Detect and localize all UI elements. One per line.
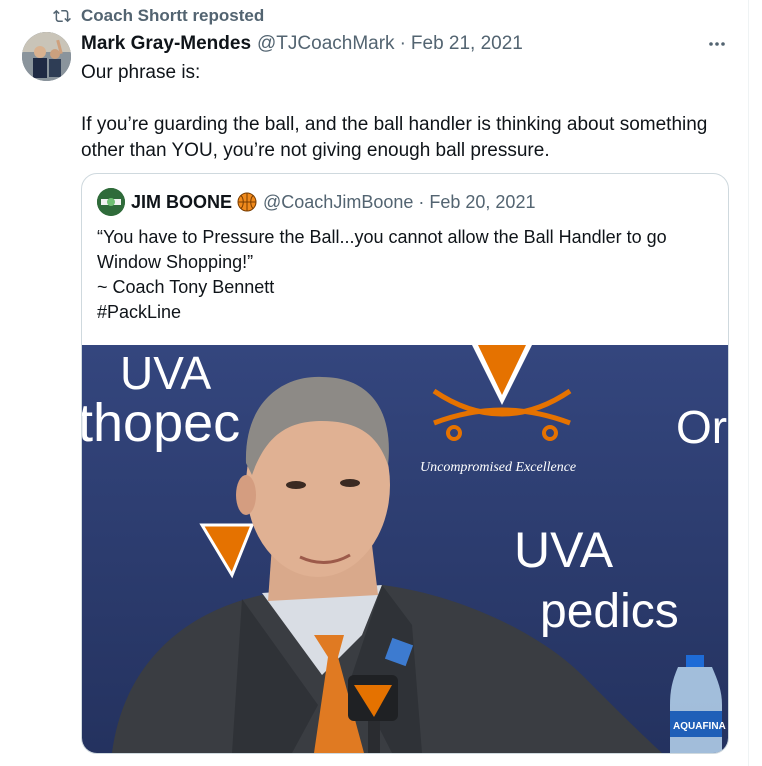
avatar[interactable] — [22, 32, 71, 81]
quoted-post-date[interactable]: Feb 20, 2021 — [429, 192, 535, 213]
timeline-border — [748, 0, 749, 766]
quoted-line: ~ Coach Tony Bennett — [97, 277, 275, 297]
repost-icon — [53, 9, 71, 23]
quoted-post-text: “You have to Pressure the Ball...you can… — [97, 225, 717, 325]
repost-indicator[interactable]: Coach Shortt reposted — [53, 5, 264, 27]
more-icon[interactable] — [703, 34, 731, 54]
post-date[interactable]: Feb 21, 2021 — [411, 33, 523, 55]
author-name[interactable]: Mark Gray-Mendes — [81, 33, 251, 55]
quoted-author-handle[interactable]: @CoachJimBoone — [263, 192, 413, 213]
basketball-icon — [237, 192, 257, 212]
quoted-author-name[interactable]: JIM BOONE — [131, 192, 232, 213]
quoted-author-avatar[interactable] — [97, 188, 125, 216]
quoted-line: #PackLine — [97, 302, 182, 322]
quoted-post-header: JIM BOONE @CoachJimBoone · Feb 20, 2021 — [97, 188, 535, 216]
repost-label: Coach Shortt reposted — [81, 6, 265, 25]
separator-dot: · — [418, 191, 425, 212]
press-conference-photo[interactable]: UVA thopec Or Uncompromised Excellence U… — [82, 345, 728, 753]
quoted-line: “You have to Pressure the Ball...you can… — [97, 227, 667, 272]
backdrop-text: UVA — [120, 347, 211, 399]
bottle-label: AQUAFINA — [673, 721, 726, 732]
backdrop-text: Uncompromised Excellence — [420, 460, 576, 475]
separator-dot: · — [399, 33, 406, 54]
backdrop-text: UVA — [514, 522, 614, 578]
quoted-post[interactable]: JIM BOONE @CoachJimBoone · Feb 20, 2021 … — [81, 173, 729, 754]
post-line: If you’re guarding the ball, and the bal… — [81, 114, 708, 161]
post-header: Mark Gray-Mendes @TJCoachMark · Feb 21, … — [81, 32, 523, 56]
backdrop-text: thopec — [82, 393, 240, 453]
author-handle[interactable]: @TJCoachMark — [257, 33, 395, 55]
backdrop-text: Or — [676, 401, 727, 453]
post-text: Our phrase is: If you’re guarding the ba… — [81, 60, 731, 164]
post-line: Our phrase is: — [81, 62, 201, 83]
backdrop-text: pedics — [540, 585, 679, 638]
